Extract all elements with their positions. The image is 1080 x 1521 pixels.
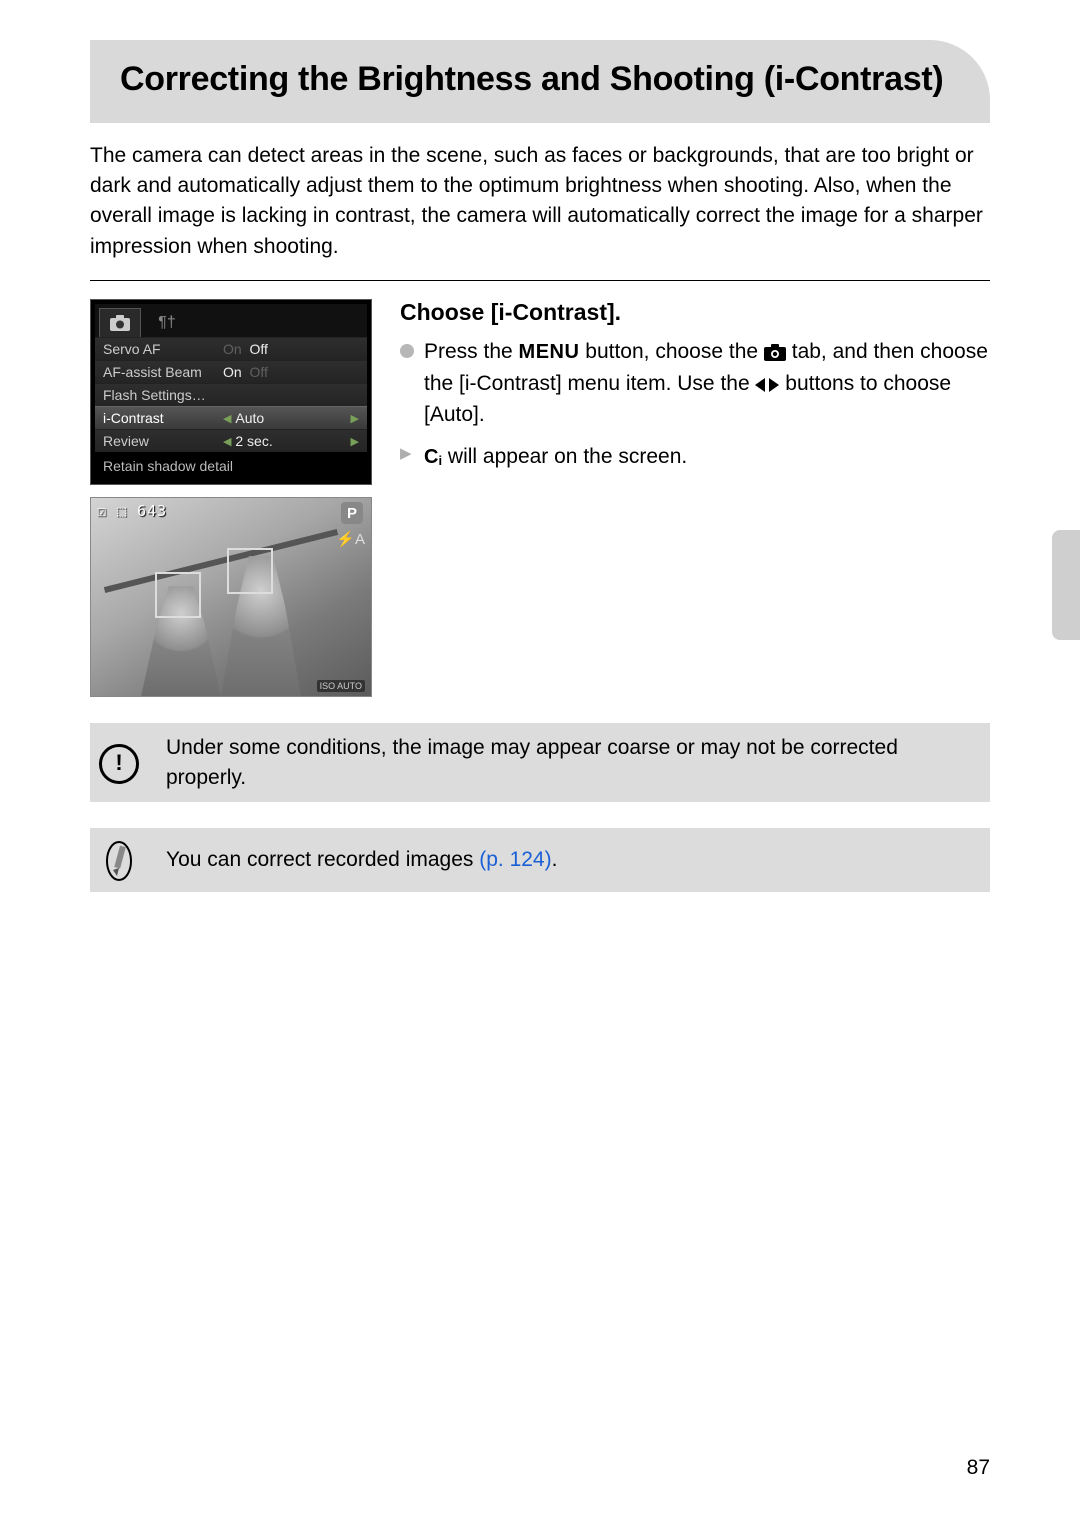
menu-row: AF-assist Beam On Off: [95, 360, 367, 383]
pencil-icon: [90, 838, 148, 882]
tools-tab-icon: ¶†: [147, 309, 187, 337]
divider: [90, 280, 990, 281]
tip-text: You can correct recorded images (p. 124)…: [166, 845, 557, 874]
flash-auto-icon: ⚡A: [336, 530, 365, 548]
intro-paragraph: The camera can detect areas in the scene…: [90, 141, 990, 263]
left-arrow-icon: ◀: [223, 412, 231, 425]
left-right-arrows-icon: [755, 377, 779, 393]
page-ref-link[interactable]: (p. 124): [479, 848, 551, 871]
warning-icon: !: [99, 744, 139, 784]
step-heading: Choose [i-Contrast].: [400, 299, 990, 326]
menu-row: Review ◀ 2 sec. ▶: [95, 429, 367, 452]
overlay-status: ☑ ⬚ 643: [97, 502, 167, 520]
camera-tab-icon: [764, 344, 786, 361]
menu-footer: Retain shadow detail: [95, 452, 367, 480]
menu-row: Servo AF On Off: [95, 337, 367, 360]
tip-note: You can correct recorded images (p. 124)…: [90, 828, 990, 892]
page-number: 87: [967, 1456, 990, 1480]
af-frame-icon: [227, 548, 273, 594]
left-arrow-icon: ◀: [223, 435, 231, 448]
menu-button-label: MENU: [519, 341, 580, 363]
camera-tab-icon: [99, 308, 141, 337]
title-text: Correcting the Brightness and Shooting (…: [120, 58, 960, 101]
warning-note: ! Under some conditions, the image may a…: [90, 723, 990, 802]
ci-icon: Ci: [424, 446, 442, 468]
step-instruction: Press the MENU button, choose the tab, a…: [400, 336, 990, 431]
camera-menu-screenshot: ¶† Servo AF On Off AF-assist Beam On Off…: [90, 299, 372, 485]
edge-tab: [1052, 530, 1080, 640]
menu-row: Flash Settings…: [95, 383, 367, 406]
menu-row-selected: i-Contrast ◀ Auto ▶: [95, 406, 367, 429]
sample-photo: ☑ ⬚ 643 P ⚡A ISO AUTO: [90, 497, 372, 697]
section-title: Correcting the Brightness and Shooting (…: [90, 40, 990, 123]
warning-text: Under some conditions, the image may app…: [166, 733, 974, 792]
step-result: Ci will appear on the screen.: [400, 441, 990, 473]
right-arrow-icon: ▶: [351, 435, 359, 448]
mode-p-icon: P: [341, 502, 363, 524]
right-arrow-icon: ▶: [351, 412, 359, 425]
af-frame-icon: [155, 572, 201, 618]
iso-auto-icon: ISO AUTO: [317, 680, 365, 692]
